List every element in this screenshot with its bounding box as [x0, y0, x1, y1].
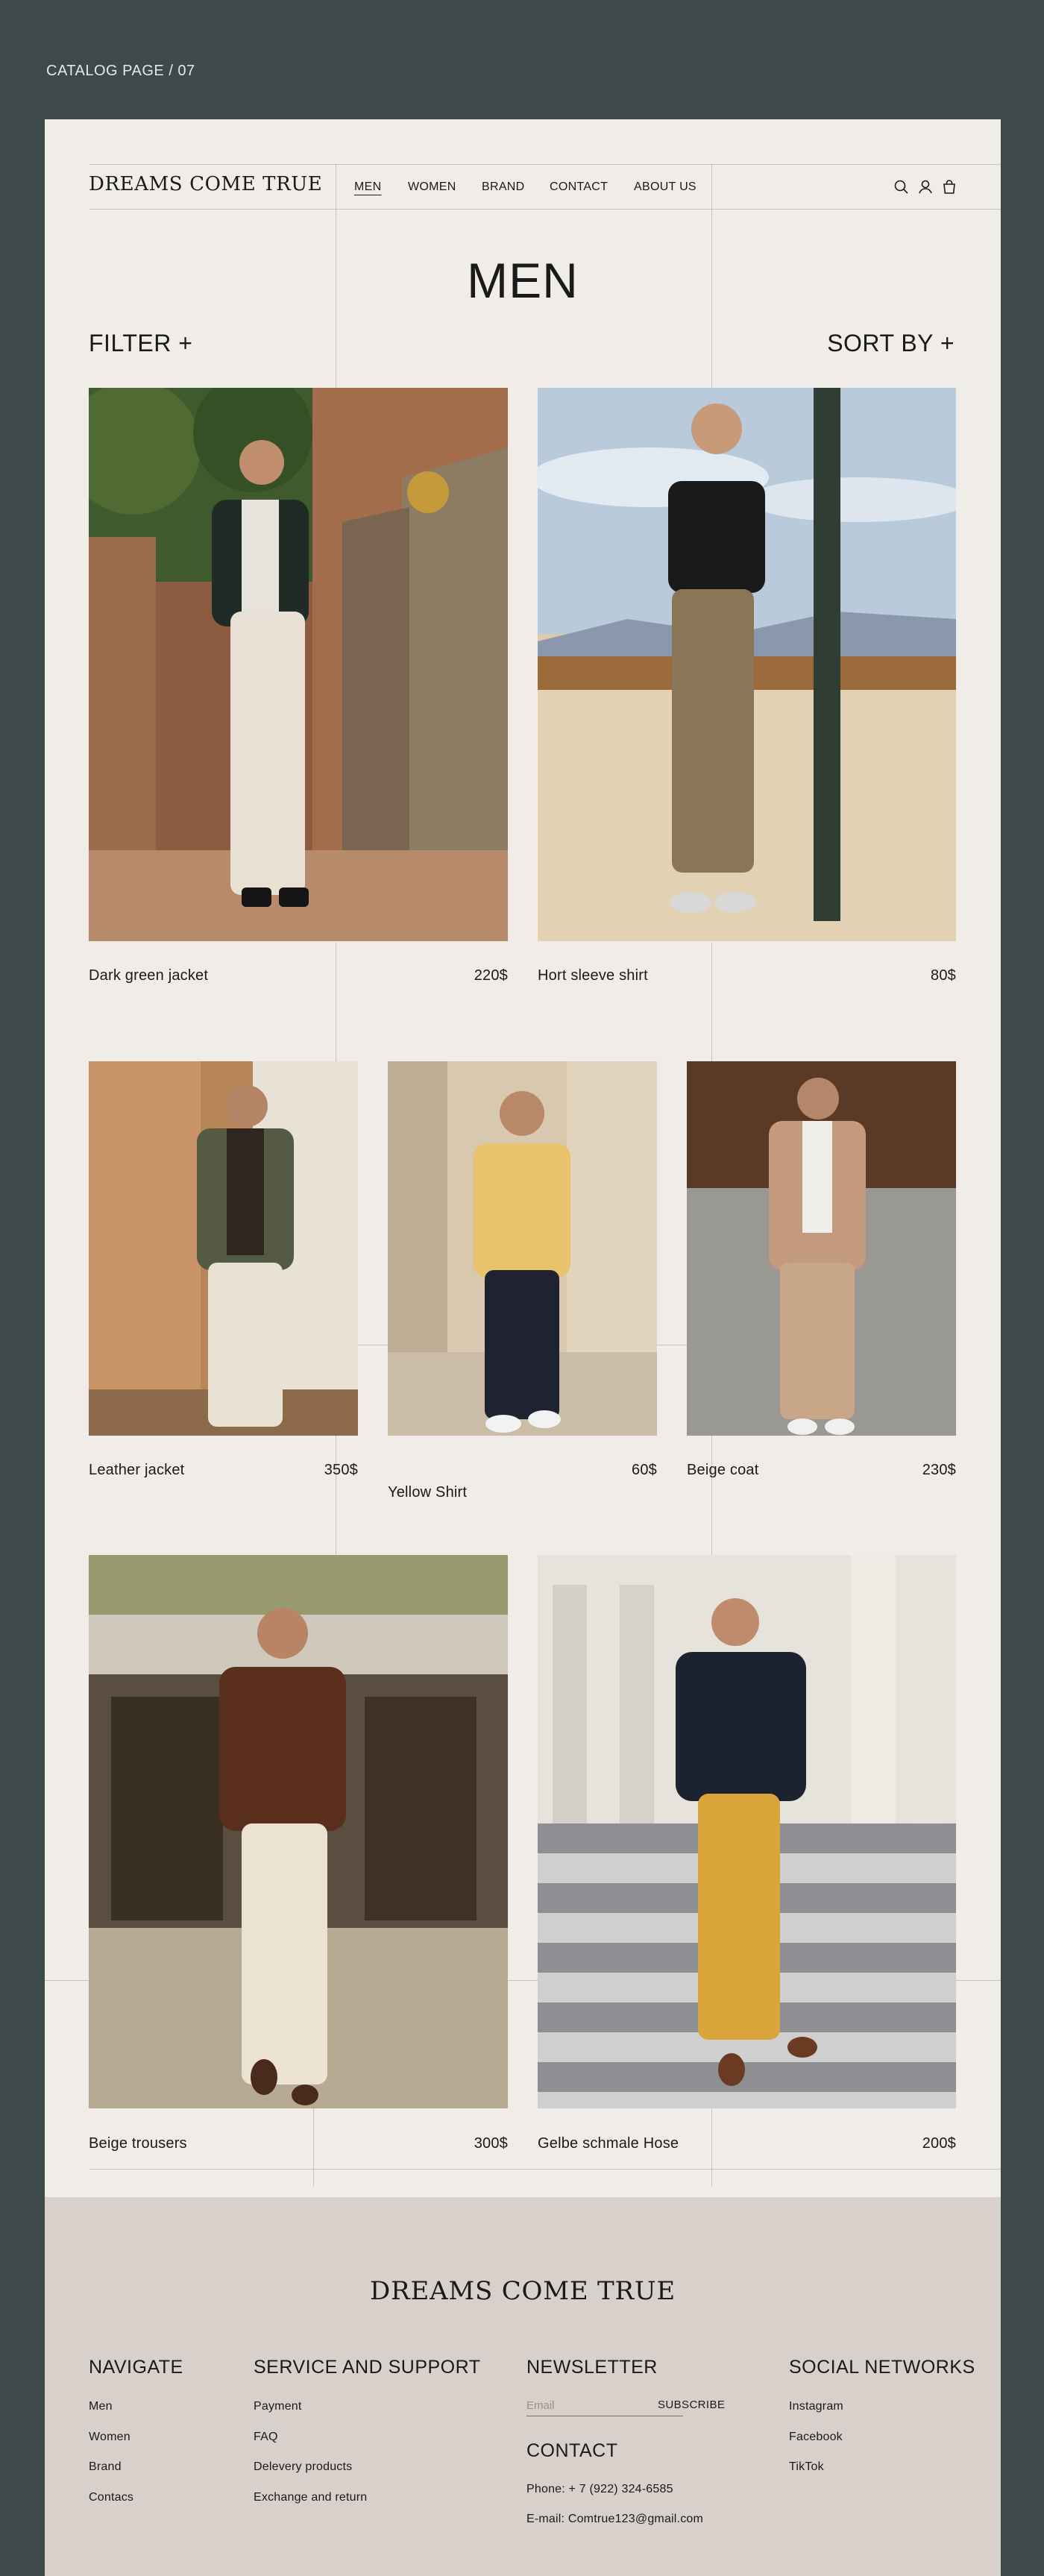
product-price: 350$	[324, 1462, 358, 1478]
page-title: MEN	[467, 253, 579, 308]
product-price: 230$	[922, 1462, 956, 1478]
catalog-page: DREAMS COME TRUE MEN WOMEN BRAND CONTACT…	[45, 119, 1001, 2576]
nav-link-contact[interactable]: CONTACT	[550, 180, 608, 194]
footer-contact-title: CONTACT	[526, 2440, 618, 2461]
nav-link-men[interactable]: MEN	[354, 180, 381, 194]
product-name[interactable]: Gelbe schmale Hose	[538, 2135, 679, 2152]
footer-link-brand[interactable]: Brand	[89, 2460, 122, 2474]
nav-link-women[interactable]: WOMEN	[408, 180, 456, 194]
bag-icon[interactable]	[940, 178, 959, 197]
product-name[interactable]: Hort sleeve shirt	[538, 967, 648, 984]
product-name[interactable]: Beige coat	[687, 1462, 759, 1479]
user-icon[interactable]	[916, 178, 935, 197]
footer-contact-phone: Phone: + 7 (922) 324-6585	[526, 2483, 673, 2495]
product-image-overlay-label: Yellow Shirt	[388, 1484, 468, 1501]
footer-link-delivery[interactable]: Delevery products	[254, 2460, 352, 2474]
footer-top-line	[89, 2169, 1001, 2170]
product-price: 300$	[474, 2135, 508, 2152]
product-image-leather-jacket[interactable]	[89, 1061, 358, 1436]
footer-link-instagram[interactable]: Instagram	[789, 2400, 843, 2413]
product-image-beige-coat[interactable]	[687, 1061, 956, 1436]
footer-support-title: SERVICE AND SUPPORT	[254, 2357, 481, 2378]
sort-button[interactable]: SORT BY +	[827, 330, 955, 357]
nav-link-about-us[interactable]: ABOUT US	[634, 180, 696, 194]
subscribe-button[interactable]: SUBSCRIBE	[658, 2398, 725, 2411]
footer-link-tiktok[interactable]: TikTok	[789, 2460, 824, 2474]
footer-link-women[interactable]: Women	[89, 2431, 130, 2444]
product-name[interactable]: Dark green jacket	[89, 967, 208, 984]
product-image-dark-green-jacket[interactable]	[89, 388, 508, 941]
footer-link-facebook[interactable]: Facebook	[789, 2431, 843, 2444]
product-image-gelbe-schmale-hose[interactable]	[538, 1555, 956, 2108]
footer: DREAMS COME TRUE NAVIGATE Men Women Bran…	[45, 2197, 1001, 2576]
product-price: 60$	[632, 1462, 657, 1478]
search-icon[interactable]	[892, 178, 911, 197]
product-image-beige-trousers[interactable]	[89, 1555, 508, 2108]
catalog-page-label: CATALOG PAGE / 07	[46, 63, 195, 79]
product-price: 220$	[474, 967, 508, 984]
footer-link-contacs[interactable]: Contacs	[89, 2491, 133, 2504]
footer-navigate-title: NAVIGATE	[89, 2357, 183, 2378]
filter-button[interactable]: FILTER +	[89, 330, 192, 357]
header-divider-top	[89, 164, 1001, 165]
product-name[interactable]: Leather jacket	[89, 1462, 184, 1479]
footer-newsletter-title: NEWSLETTER	[526, 2357, 658, 2378]
product-name[interactable]: Beige trousers	[89, 2135, 187, 2152]
footer-contact-email[interactable]: E-mail: Comtrue123@gmail.com	[526, 2513, 703, 2526]
product-price: 200$	[922, 2135, 956, 2152]
product-image-hort-sleeve-shirt[interactable]	[538, 388, 956, 941]
product-price: 80$	[931, 967, 956, 984]
header-divider-bottom	[89, 209, 1001, 210]
product-image-yellow-shirt[interactable]	[388, 1061, 657, 1436]
brand-logo[interactable]: DREAMS COME TRUE	[89, 173, 322, 195]
footer-logo[interactable]: DREAMS COME TRUE	[45, 2276, 1001, 2306]
footer-social-title: SOCIAL NETWORKS	[789, 2357, 975, 2378]
footer-link-payment[interactable]: Payment	[254, 2400, 302, 2413]
footer-link-faq[interactable]: FAQ	[254, 2431, 278, 2444]
footer-link-exchange[interactable]: Exchange and return	[254, 2491, 367, 2504]
nav-link-brand[interactable]: BRAND	[482, 180, 525, 194]
footer-link-men[interactable]: Men	[89, 2400, 113, 2413]
